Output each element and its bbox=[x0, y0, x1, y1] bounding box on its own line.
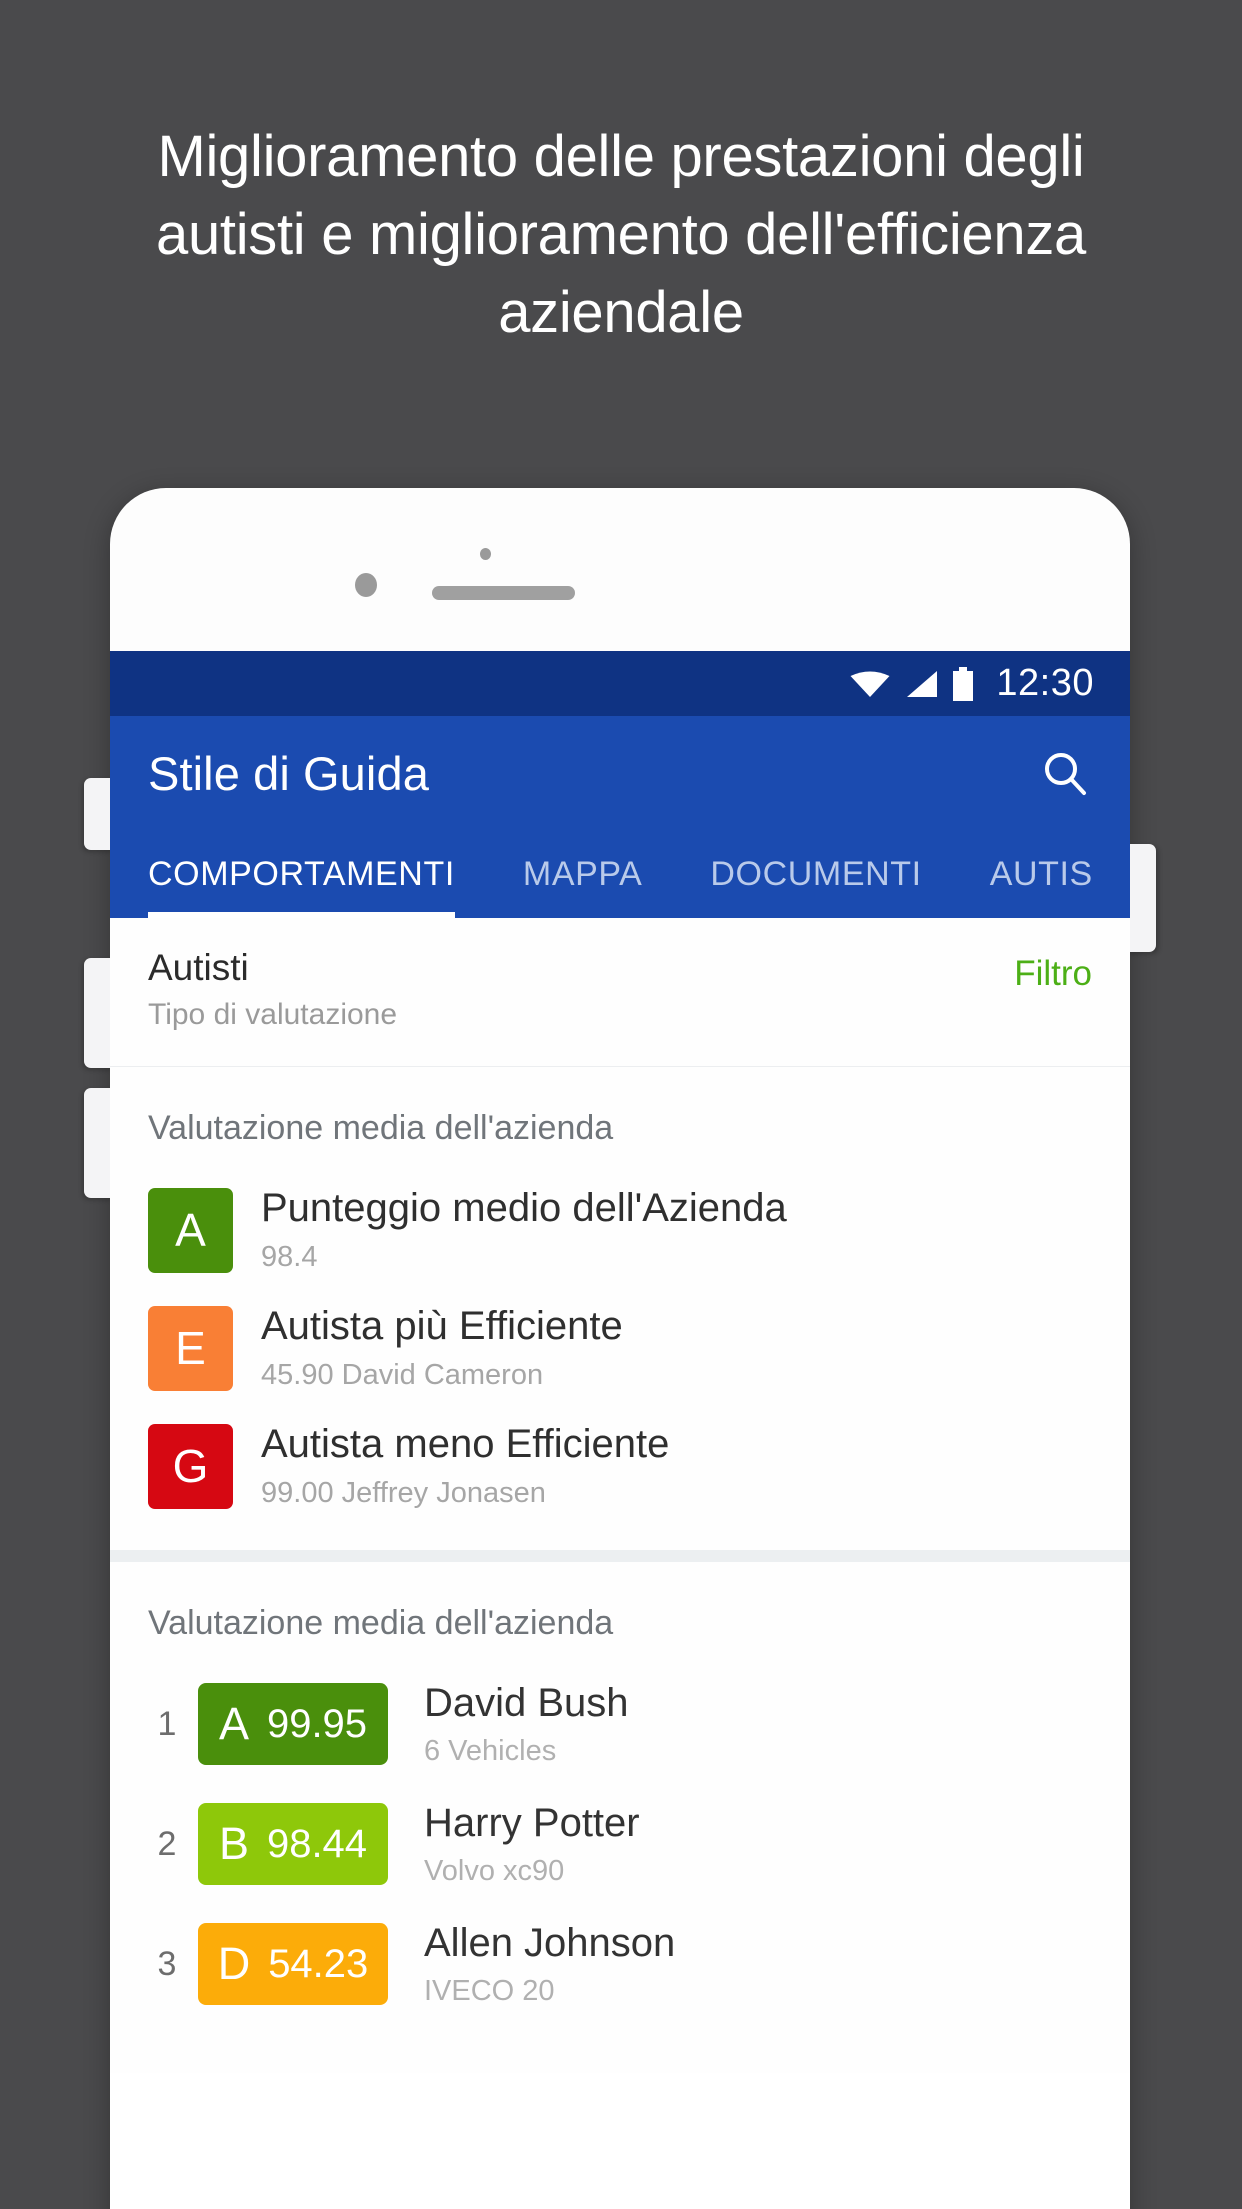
tab-label: MAPPA bbox=[522, 855, 643, 893]
list-item[interactable]: G Autista meno Efficiente 99.00 Jeffrey … bbox=[110, 1418, 1130, 1514]
tab-comportamenti[interactable]: COMPORTAMENTI bbox=[148, 831, 489, 918]
list-item[interactable]: E Autista più Efficiente 45.90 David Cam… bbox=[110, 1300, 1130, 1396]
list-item-subtitle: 98.4 bbox=[261, 1241, 318, 1273]
proximity-sensor-icon bbox=[480, 548, 491, 560]
wifi-icon bbox=[850, 671, 890, 697]
driver-name: Harry Potter bbox=[424, 1801, 640, 1845]
status-bar-icons bbox=[850, 666, 974, 701]
phone-screen: 12:30 Stile di Guida COMPORTAMENTI MAPPA… bbox=[110, 651, 1130, 2209]
driver-vehicle: 6 Vehicles bbox=[424, 1735, 557, 1767]
grade-score-badge: D 54.23 bbox=[198, 1923, 388, 2005]
rank-number: 2 bbox=[157, 1824, 177, 1863]
grade-badge: G bbox=[148, 1423, 233, 1509]
grade-letter: B bbox=[218, 1818, 249, 1869]
table-row[interactable]: 2 B 98.44 Harry Potter Volvo xc90 bbox=[110, 1797, 1130, 1891]
filter-row-title: Autisti bbox=[148, 947, 249, 988]
rank-number: 3 bbox=[157, 1944, 177, 1983]
status-bar-clock: 12:30 bbox=[996, 662, 1094, 704]
list-item-title: Autista meno Efficiente bbox=[261, 1422, 670, 1466]
list-item-title: Autista più Efficiente bbox=[261, 1304, 623, 1348]
tab-label: DOCUMENTI bbox=[710, 855, 922, 893]
list-item-text: Autista più Efficiente 45.90 David Camer… bbox=[261, 1300, 623, 1396]
list-item-text: Punteggio medio dell'Azienda 98.4 bbox=[261, 1182, 787, 1278]
tab-label: COMPORTAMENTI bbox=[148, 855, 455, 893]
filter-row[interactable]: Autisti Tipo di valutazione Filtro bbox=[110, 918, 1130, 1067]
tab-bar[interactable]: COMPORTAMENTI MAPPA DOCUMENTI AUTIS bbox=[110, 831, 1130, 918]
rank-number: 1 bbox=[157, 1704, 177, 1743]
driver-name: David Bush bbox=[424, 1681, 629, 1725]
table-row-text: David Bush 6 Vehicles bbox=[424, 1677, 629, 1771]
phone-mockup: 12:30 Stile di Guida COMPORTAMENTI MAPPA… bbox=[84, 488, 1156, 2209]
summary-card-title: Valutazione media dell'azienda bbox=[148, 1109, 614, 1147]
search-icon bbox=[1045, 752, 1086, 795]
driver-name: Allen Johnson bbox=[424, 1921, 676, 1965]
filter-row-text: Autisti Tipo di valutazione bbox=[148, 944, 1014, 1036]
app-bar: Stile di Guida bbox=[110, 716, 1130, 831]
list-item-subtitle: 99.00 Jeffrey Jonasen bbox=[261, 1477, 546, 1509]
ranking-card-title: Valutazione media dell'azienda bbox=[148, 1604, 614, 1642]
grade-letter: A bbox=[218, 1698, 249, 1749]
driver-vehicle: IVECO 20 bbox=[424, 1975, 555, 2007]
list-item-text: Autista meno Efficiente 99.00 Jeffrey Jo… bbox=[261, 1418, 669, 1514]
front-camera-icon bbox=[355, 573, 377, 597]
driver-ranking-card: Valutazione media dell'azienda 1 A 99.95… bbox=[110, 1562, 1130, 2073]
earpiece-speaker bbox=[432, 586, 575, 600]
table-row[interactable]: 1 A 99.95 David Bush 6 Vehicles bbox=[110, 1677, 1130, 1771]
tab-autisti[interactable]: AUTIS bbox=[956, 831, 1127, 918]
promo-headline: Miglioramento delle prestazioni degli au… bbox=[155, 124, 1086, 345]
signal-icon bbox=[907, 670, 938, 697]
grade-score: 54.23 bbox=[268, 1941, 369, 1986]
list-item-subtitle: 45.90 David Cameron bbox=[261, 1359, 544, 1391]
table-row-text: Allen Johnson IVECO 20 bbox=[424, 1917, 675, 2011]
list-item-title: Punteggio medio dell'Azienda bbox=[261, 1186, 787, 1230]
company-summary-card: Valutazione media dell'azienda A Puntegg… bbox=[110, 1067, 1130, 1550]
grade-letter: D bbox=[217, 1938, 251, 1989]
grade-score: 98.44 bbox=[266, 1821, 368, 1866]
promo-screenshot: Miglioramento delle prestazioni degli au… bbox=[0, 0, 1242, 2209]
tab-mappa[interactable]: MAPPA bbox=[489, 831, 677, 918]
search-button[interactable] bbox=[1036, 745, 1094, 803]
driver-vehicle: Volvo xc90 bbox=[424, 1855, 565, 1887]
grade-score-badge: B 98.44 bbox=[198, 1803, 388, 1885]
table-row[interactable]: 3 D 54.23 Allen Johnson IVECO 20 bbox=[110, 1917, 1130, 2011]
grade-badge: A bbox=[148, 1187, 233, 1273]
app-bar-title: Stile di Guida bbox=[148, 747, 429, 800]
filter-row-subtitle: Tipo di valutazione bbox=[148, 998, 398, 1031]
battery-icon bbox=[953, 666, 974, 701]
grade-badge: E bbox=[148, 1305, 233, 1391]
screen-content: Autisti Tipo di valutazione Filtro Valut… bbox=[110, 918, 1130, 2073]
filter-button[interactable]: Filtro bbox=[1014, 944, 1092, 994]
phone-power-button[interactable] bbox=[1126, 844, 1156, 952]
tab-label: AUTIS bbox=[989, 855, 1093, 893]
grade-score: 99.95 bbox=[266, 1701, 368, 1746]
status-bar: 12:30 bbox=[110, 651, 1130, 716]
list-item[interactable]: A Punteggio medio dell'Azienda 98.4 bbox=[110, 1182, 1130, 1278]
tab-documenti[interactable]: DOCUMENTI bbox=[676, 831, 955, 918]
grade-score-badge: A 99.95 bbox=[198, 1683, 388, 1765]
table-row-text: Harry Potter Volvo xc90 bbox=[424, 1797, 640, 1891]
